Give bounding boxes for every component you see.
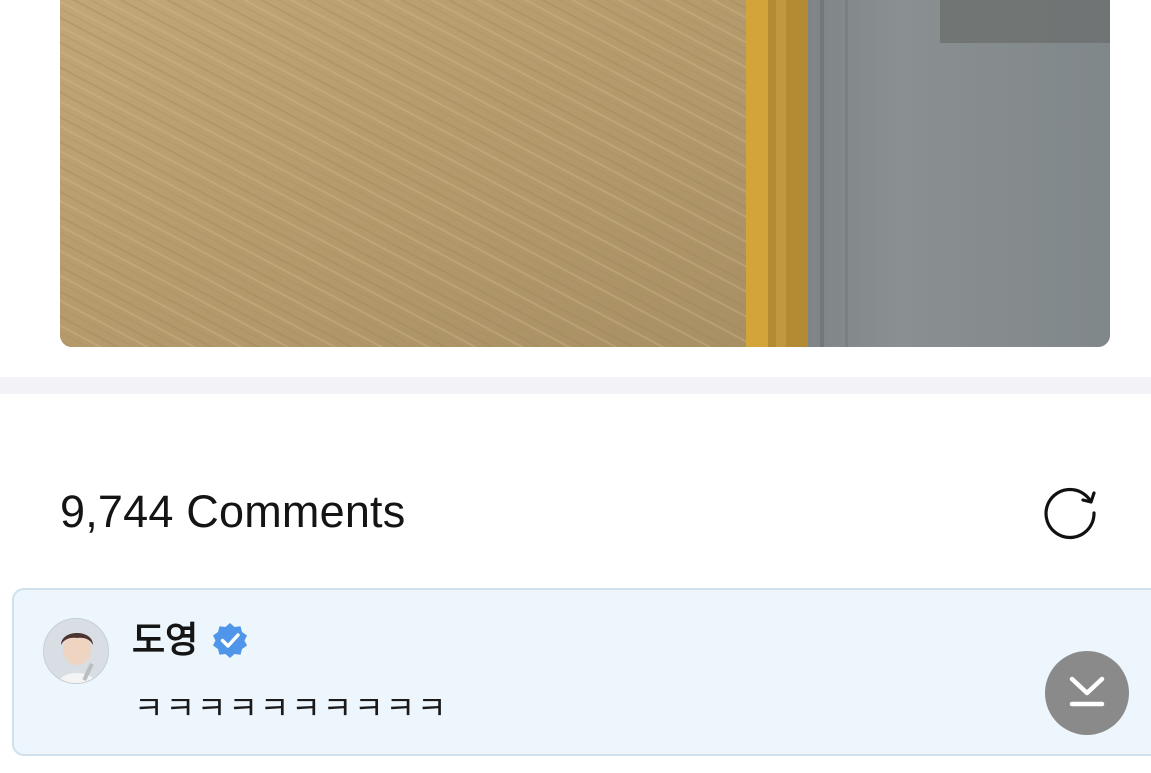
refresh-icon xyxy=(1044,487,1096,540)
avatar-image xyxy=(44,619,108,683)
post-image[interactable] xyxy=(60,0,1110,347)
verified-badge-icon xyxy=(212,622,248,658)
comments-header: 9,744 Comments xyxy=(60,476,1110,546)
post-photo xyxy=(60,0,1110,347)
comment-author-name[interactable]: 도영 xyxy=(132,618,198,662)
pinned-comment-card[interactable]: 도영 ㅋㅋㅋㅋㅋㅋㅋㅋㅋㅋ xyxy=(12,588,1151,756)
comment-author-row: 도영 xyxy=(132,614,248,666)
scroll-to-bottom-button[interactable] xyxy=(1045,651,1129,735)
comment-text: ㅋㅋㅋㅋㅋㅋㅋㅋㅋㅋ xyxy=(134,690,449,726)
comment-count: 9,744 Comments xyxy=(60,486,406,537)
section-divider xyxy=(0,377,1151,394)
scroll-to-bottom-icon xyxy=(1069,676,1105,707)
refresh-button[interactable] xyxy=(1035,476,1105,546)
avatar[interactable] xyxy=(43,618,109,684)
